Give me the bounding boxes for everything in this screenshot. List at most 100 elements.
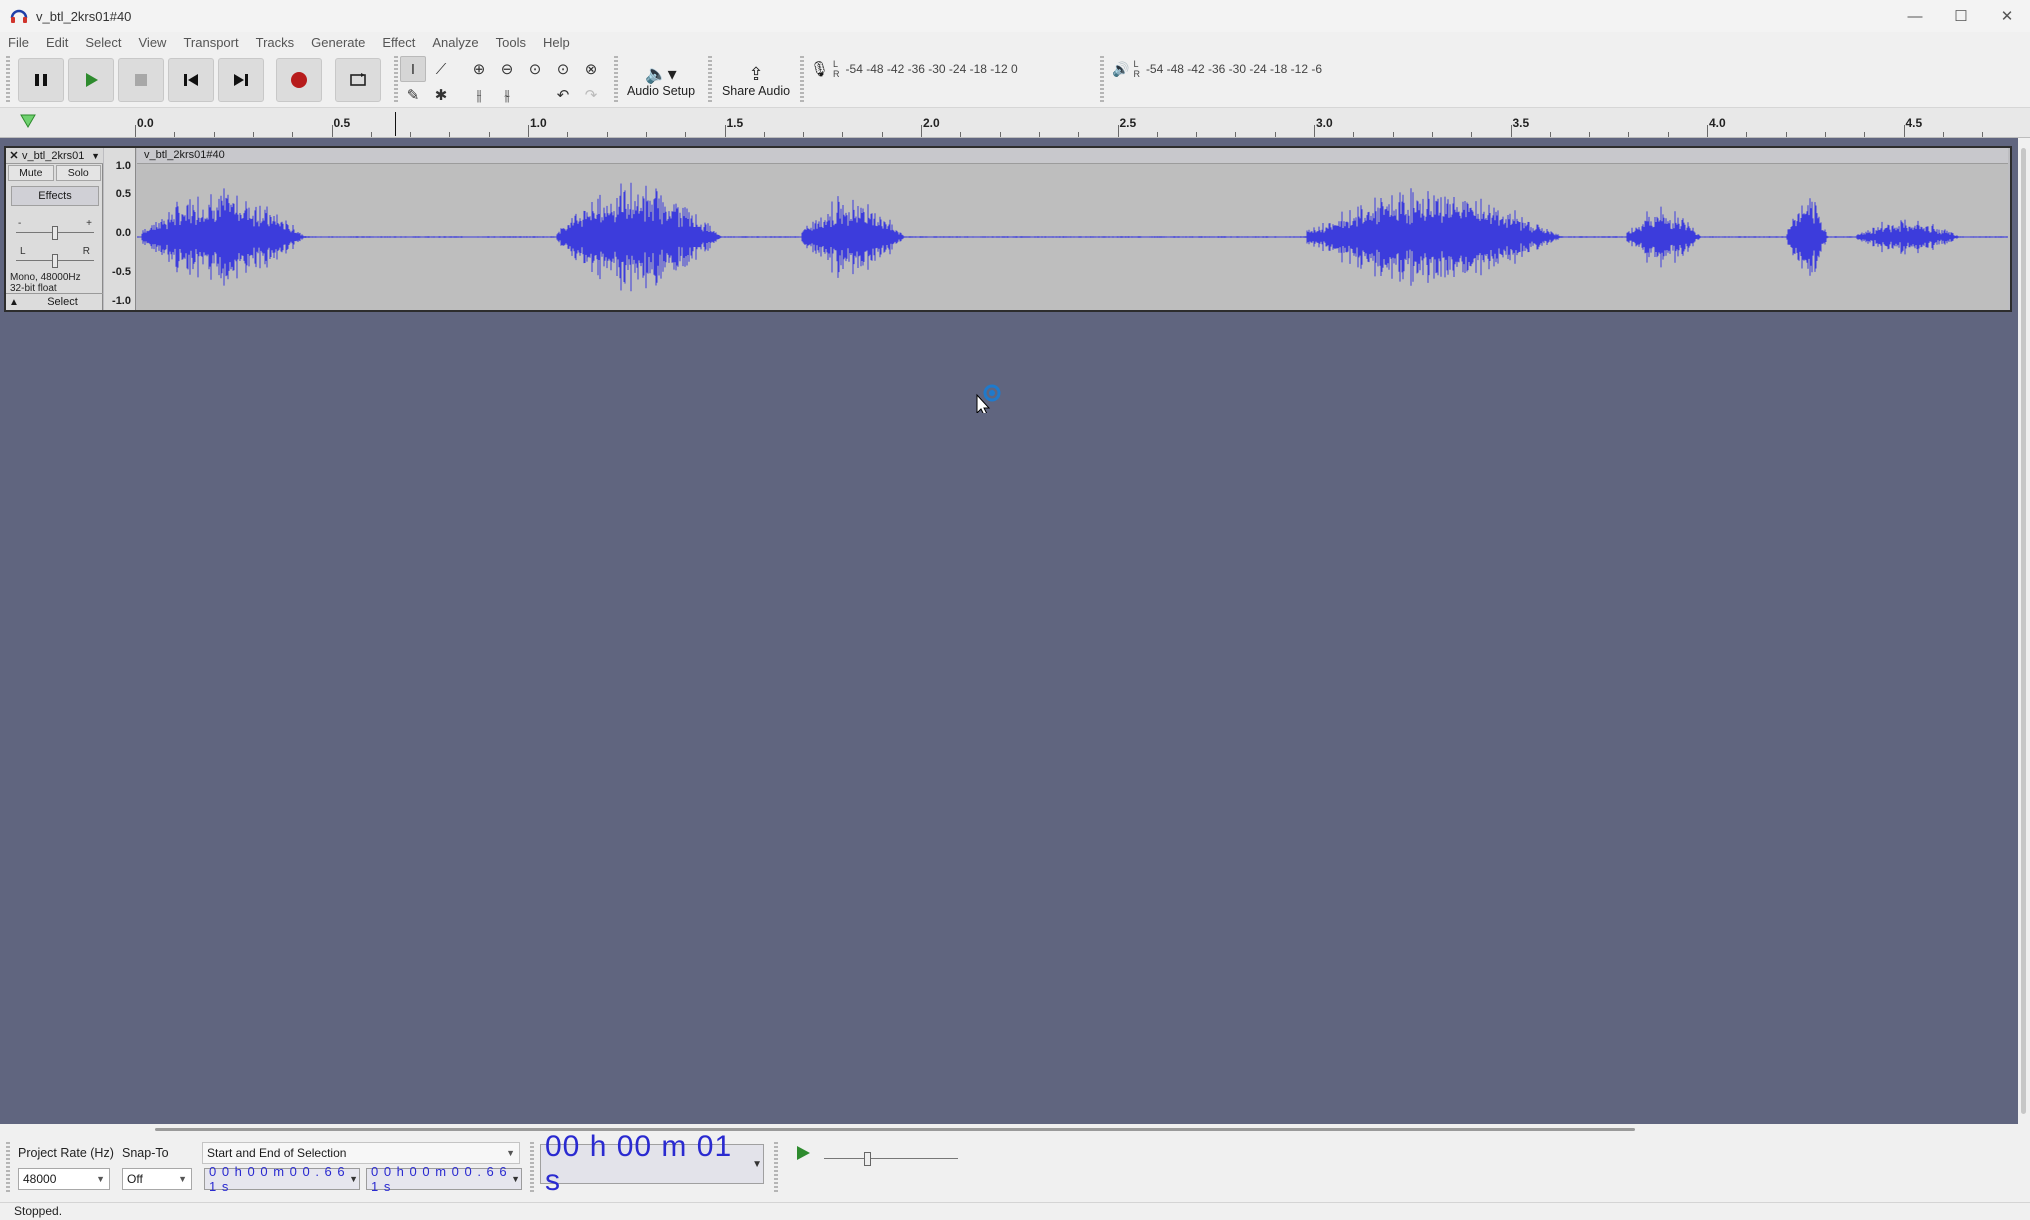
gain-slider-thumb[interactable] bbox=[52, 226, 58, 240]
play-speed-slider-thumb[interactable] bbox=[864, 1152, 871, 1166]
redo-icon: ↷ bbox=[584, 87, 598, 104]
play-speed-slider[interactable] bbox=[822, 1152, 962, 1166]
toolbar-grip[interactable] bbox=[614, 56, 618, 104]
timeline-ruler[interactable]: 0.0 0.5 1.0 1.5 2.0 2.5 3.0 3.5 4.0 4.5 bbox=[0, 108, 2030, 138]
menu-effect[interactable]: Effect bbox=[382, 35, 415, 50]
loop-button[interactable] bbox=[335, 58, 381, 102]
menu-tracks[interactable]: Tracks bbox=[256, 35, 295, 50]
time-display[interactable]: 00 h 00 m 01 s ▼ bbox=[540, 1130, 764, 1197]
audio-track[interactable]: ✕ v_btl_2krs01 ▼ Mute Solo Effects - + L… bbox=[4, 146, 2012, 312]
undo-button[interactable]: ↶ bbox=[550, 82, 576, 108]
zoom-toggle-button[interactable]: ⊗ bbox=[578, 56, 604, 82]
collapse-track-icon[interactable]: ▲ bbox=[6, 297, 22, 308]
ruler-minor-tick bbox=[1157, 132, 1158, 137]
ruler-minor-tick bbox=[882, 132, 883, 137]
skip-end-icon bbox=[234, 74, 248, 86]
trim-icon: ⫲ bbox=[476, 86, 482, 104]
toolbar-grip[interactable] bbox=[1100, 56, 1104, 104]
clip-title-bar[interactable]: v_btl_2krs01#40 bbox=[137, 148, 2008, 164]
ruler-minor-tick bbox=[528, 132, 529, 137]
snap-to-select[interactable]: Off ▼ bbox=[122, 1168, 192, 1190]
pause-button[interactable] bbox=[18, 58, 64, 102]
zoom-out-button[interactable]: ⊖ bbox=[494, 56, 520, 82]
minimize-button[interactable]: — bbox=[1892, 0, 1938, 32]
stop-button[interactable] bbox=[118, 58, 164, 102]
silence-button[interactable]: ⫳ bbox=[494, 82, 520, 108]
multi-tool-button[interactable]: ✱ bbox=[428, 82, 454, 108]
fit-project-button[interactable]: ⊙ bbox=[550, 56, 576, 82]
record-button[interactable] bbox=[276, 58, 322, 102]
waveform-samples bbox=[137, 182, 2008, 292]
vertical-scroll-thumb[interactable] bbox=[2021, 148, 2026, 1114]
horizontal-scrollbar[interactable] bbox=[0, 1124, 2030, 1134]
solo-button[interactable]: Solo bbox=[55, 165, 101, 181]
skip-to-start-button[interactable] bbox=[168, 58, 214, 102]
meter-channel-labels: LR bbox=[833, 59, 840, 79]
vertical-scrollbar[interactable] bbox=[2018, 138, 2030, 1124]
meter-r: R bbox=[833, 69, 840, 79]
ruler-minor-tick bbox=[1864, 132, 1865, 137]
menu-select[interactable]: Select bbox=[85, 35, 121, 50]
effects-button[interactable]: Effects bbox=[11, 186, 99, 206]
play-button[interactable] bbox=[68, 58, 114, 102]
ruler-minor-tick bbox=[1118, 132, 1119, 137]
menu-view[interactable]: View bbox=[139, 35, 167, 50]
record-meter[interactable]: 🎙 LR -54 -48 -42 -36 -30 -24 -18 -12 0 bbox=[810, 58, 1018, 80]
gain-slider[interactable]: - + bbox=[16, 218, 94, 240]
track-name-menu[interactable]: v_btl_2krs01 bbox=[22, 150, 91, 162]
stop-icon bbox=[135, 74, 147, 86]
selection-start-time[interactable]: 0 0 h 0 0 m 0 0 . 6 6 1 s ▼ bbox=[204, 1164, 360, 1194]
toolbar-grip[interactable] bbox=[800, 56, 804, 104]
selection-mode-select[interactable]: Start and End of Selection ▼ bbox=[202, 1142, 520, 1164]
menu-help[interactable]: Help bbox=[543, 35, 570, 50]
toolbar-grip[interactable] bbox=[6, 1142, 10, 1192]
ruler-minor-tick bbox=[803, 132, 804, 137]
menu-generate[interactable]: Generate bbox=[311, 35, 365, 50]
zoom-in-button[interactable]: ⊕ bbox=[466, 56, 492, 82]
horizontal-scroll-thumb[interactable] bbox=[155, 1128, 1635, 1131]
playback-meter[interactable]: 🔊 LR -54 -48 -42 -36 -30 -24 -18 -12 -6 bbox=[1112, 58, 1322, 80]
redo-button[interactable]: ↷ bbox=[578, 82, 604, 108]
ruler-minor-tick bbox=[1353, 132, 1354, 137]
menu-tools[interactable]: Tools bbox=[496, 35, 526, 50]
chevron-down-icon[interactable]: ▼ bbox=[91, 151, 103, 161]
toolbar-grip[interactable] bbox=[530, 1142, 534, 1192]
skip-to-end-button[interactable] bbox=[218, 58, 264, 102]
toolbar-grip[interactable] bbox=[6, 56, 10, 104]
pan-slider-thumb[interactable] bbox=[52, 254, 58, 268]
close-track-icon[interactable]: ✕ bbox=[6, 149, 22, 162]
toolbar-grip[interactable] bbox=[394, 56, 398, 104]
envelope-tool-button[interactable]: ⟋ bbox=[428, 56, 454, 82]
share-audio-button[interactable]: ⇪ Share Audio bbox=[716, 58, 796, 104]
close-window-button[interactable]: ✕ bbox=[1984, 0, 2030, 32]
draw-tool-button[interactable]: ✎ bbox=[400, 82, 426, 108]
menu-transport[interactable]: Transport bbox=[183, 35, 238, 50]
timeline-options-icon[interactable] bbox=[20, 114, 36, 128]
speaker-icon: 🔈▾ bbox=[645, 64, 677, 84]
ruler-minor-tick bbox=[1235, 132, 1236, 137]
select-track-button[interactable]: Select bbox=[22, 296, 103, 308]
toolbar-grip[interactable] bbox=[708, 56, 712, 104]
project-rate-select[interactable]: 48000 ▼ bbox=[18, 1168, 110, 1190]
menu-edit[interactable]: Edit bbox=[46, 35, 68, 50]
selection-end-value: 0 0 h 0 0 m 0 0 . 6 6 1 s bbox=[371, 1164, 508, 1194]
audio-setup-button[interactable]: 🔈▾ Audio Setup bbox=[622, 58, 700, 104]
selection-tool-button[interactable]: I bbox=[400, 56, 426, 82]
pan-slider[interactable]: L R bbox=[16, 246, 94, 268]
play-at-speed-icon[interactable] bbox=[794, 1144, 812, 1162]
audio-clip[interactable]: v_btl_2krs01#40 bbox=[137, 148, 2008, 310]
playhead-marker[interactable] bbox=[395, 112, 396, 136]
toolbar-grip[interactable] bbox=[774, 1142, 778, 1192]
selection-end-time[interactable]: 0 0 h 0 0 m 0 0 . 6 6 1 s ▼ bbox=[366, 1164, 522, 1194]
chevron-down-icon: ▼ bbox=[752, 1158, 763, 1170]
fit-selection-button[interactable]: ⊙ bbox=[522, 56, 548, 82]
waveform[interactable] bbox=[137, 164, 2008, 310]
menu-file[interactable]: File bbox=[8, 35, 29, 50]
ruler-minor-tick bbox=[646, 132, 647, 137]
mute-button[interactable]: Mute bbox=[8, 165, 54, 181]
maximize-button[interactable]: ☐ bbox=[1938, 0, 1984, 32]
ruler-minor-tick bbox=[1432, 132, 1433, 137]
amplitude-label: 0.0 bbox=[115, 227, 131, 239]
menu-analyze[interactable]: Analyze bbox=[432, 35, 478, 50]
trim-button[interactable]: ⫲ bbox=[466, 82, 492, 108]
